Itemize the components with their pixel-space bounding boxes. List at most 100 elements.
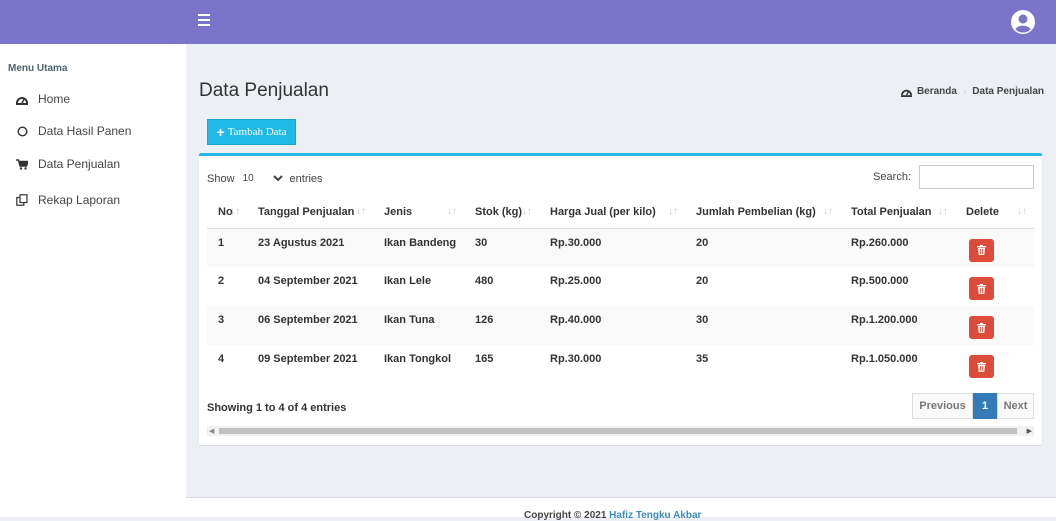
sort-icon: ↓↑ bbox=[1017, 206, 1027, 217]
sidebar-item-label: Data Penjualan bbox=[38, 157, 121, 171]
horizontal-scrollbar[interactable]: ◀ ▶ bbox=[207, 426, 1034, 436]
breadcrumb-home-link[interactable]: Beranda bbox=[917, 86, 957, 97]
table-row: 1 23 Agustus 2021 Ikan Bandeng 30 Rp.30.… bbox=[207, 228, 1034, 267]
sidebar-item-data-hasil-panen[interactable]: Data Hasil Panen bbox=[0, 116, 186, 146]
sort-icon: ↓↑ bbox=[447, 206, 457, 217]
table-row: 2 04 September 2021 Ikan Lele 480 Rp.25.… bbox=[207, 267, 1034, 306]
scrollbar-thumb[interactable] bbox=[219, 428, 1017, 434]
cell-delete bbox=[955, 228, 1034, 267]
column-header-stok[interactable]: Stok (kg) ↓↑ bbox=[464, 196, 539, 229]
cell-stok: 480 bbox=[475, 275, 494, 287]
column-header-tanggal[interactable]: Tanggal Penjualan ↓↑ bbox=[247, 196, 373, 229]
previous-page-button[interactable]: Previous bbox=[912, 393, 973, 419]
show-label: Show bbox=[207, 172, 235, 185]
add-data-label: Tambah Data bbox=[227, 126, 287, 138]
sidebar: Menu Utama Home Data Hasil Panen Data Pe… bbox=[0, 44, 186, 517]
cell-tanggal: 04 September 2021 bbox=[258, 275, 358, 287]
delete-button[interactable] bbox=[969, 316, 994, 339]
cell-no: 2 bbox=[218, 275, 225, 287]
cell-total: Rp.1.050.000 bbox=[851, 353, 918, 365]
page-1-button[interactable]: 1 bbox=[973, 393, 997, 419]
column-header-harga[interactable]: Harga Jual (per kilo) ↓↑ bbox=[539, 196, 685, 229]
top-navbar bbox=[0, 0, 1056, 44]
cell-jumlah: 20 bbox=[696, 275, 709, 287]
table-row: 3 06 September 2021 Ikan Tuna 126 Rp.40.… bbox=[207, 306, 1034, 345]
breadcrumb: Beranda › Data Penjualan bbox=[900, 86, 1044, 97]
search-input[interactable] bbox=[919, 165, 1034, 189]
cell-harga: Rp.30.000 bbox=[550, 353, 602, 365]
delete-button[interactable] bbox=[969, 238, 994, 262]
sales-table: No ↓↑ Tanggal Penjualan ↓↑ Jenis ↓↑ Stok (k… bbox=[207, 196, 1034, 384]
cell-stok: 165 bbox=[475, 353, 494, 365]
sidebar-item-home[interactable]: Home bbox=[0, 84, 186, 114]
scroll-left-arrow-icon[interactable]: ◀ bbox=[209, 427, 214, 435]
footer: Copyright © 2021 Hafiz Tengku Akbar bbox=[186, 497, 1056, 521]
cell-delete bbox=[955, 306, 1034, 345]
next-page-button[interactable]: Next bbox=[997, 393, 1034, 419]
cell-no: 1 bbox=[218, 236, 225, 249]
entries-select[interactable]: 10 bbox=[238, 169, 286, 188]
sort-icon: ↓↑ bbox=[938, 206, 948, 217]
cell-tanggal: 09 September 2021 bbox=[258, 353, 358, 365]
copyright-text: Copyright © 2021 bbox=[524, 510, 607, 521]
column-header-total[interactable]: Total Penjualan ↓↑ bbox=[840, 196, 955, 229]
sidebar-item-label: Rekap Laporan bbox=[38, 193, 121, 207]
cell-harga: Rp.40.000 bbox=[550, 314, 602, 326]
cell-total: Rp.260.000 bbox=[851, 236, 909, 249]
dashboard-icon bbox=[900, 89, 912, 97]
column-header-delete[interactable]: Delete ↓↑ bbox=[955, 196, 1034, 229]
sort-icon: ↓↑ bbox=[668, 206, 678, 217]
cell-stok: 126 bbox=[475, 314, 494, 326]
entries-label: entries bbox=[289, 172, 323, 185]
circle-icon bbox=[15, 125, 29, 137]
trash-icon bbox=[977, 283, 986, 294]
add-data-button[interactable]: + Tambah Data bbox=[207, 119, 296, 145]
column-header-no[interactable]: No ↓↑ bbox=[207, 196, 247, 229]
column-header-jenis[interactable]: Jenis ↓↑ bbox=[373, 196, 464, 229]
entries-length-control: Show 10 entries bbox=[207, 169, 323, 188]
search-label: Search: bbox=[873, 171, 911, 183]
cell-harga: Rp.25.000 bbox=[550, 275, 602, 287]
cell-harga: Rp.30.000 bbox=[550, 236, 602, 249]
sidebar-item-label: Data Hasil Panen bbox=[38, 124, 132, 138]
trash-icon bbox=[977, 361, 986, 372]
footer-author-link[interactable]: Hafiz Tengku Akbar bbox=[609, 510, 701, 521]
user-avatar-icon[interactable] bbox=[1011, 10, 1035, 34]
cell-stok: 30 bbox=[475, 236, 488, 249]
table-row: 4 09 September 2021 Ikan Tongkol 165 Rp.… bbox=[207, 345, 1034, 384]
sidebar-item-data-penjualan[interactable]: Data Penjualan bbox=[0, 149, 186, 179]
cell-jenis: Ikan Tongkol bbox=[384, 353, 452, 365]
sort-asc-icon: ↓↑ bbox=[230, 206, 240, 217]
cell-jenis: Ikan Tuna bbox=[384, 314, 435, 326]
cell-no: 3 bbox=[218, 314, 225, 326]
cell-total: Rp.1.200.000 bbox=[851, 314, 918, 326]
delete-button[interactable] bbox=[969, 355, 994, 378]
sidebar-item-rekap-laporan[interactable]: Rekap Laporan bbox=[0, 185, 186, 215]
hamburger-menu-icon[interactable] bbox=[198, 14, 210, 28]
copy-icon bbox=[15, 194, 29, 206]
dashboard-icon bbox=[15, 94, 29, 105]
cell-no: 4 bbox=[218, 353, 225, 365]
sort-icon: ↓↑ bbox=[823, 206, 833, 217]
cell-total: Rp.500.000 bbox=[851, 275, 909, 287]
delete-button[interactable] bbox=[969, 277, 994, 300]
table-header-row: No ↓↑ Tanggal Penjualan ↓↑ Jenis ↓↑ Stok (k… bbox=[207, 196, 1034, 229]
cell-tanggal: 23 Agustus 2021 bbox=[258, 236, 345, 249]
plus-icon: + bbox=[216, 124, 225, 140]
sort-icon: ↓↑ bbox=[356, 206, 366, 217]
trash-icon bbox=[977, 322, 986, 333]
cell-tanggal: 06 September 2021 bbox=[258, 314, 358, 326]
column-header-jumlah[interactable]: Jumlah Pembelian (kg) ↓↑ bbox=[685, 196, 840, 229]
cell-delete bbox=[955, 267, 1034, 306]
scroll-right-arrow-icon[interactable]: ▶ bbox=[1027, 427, 1032, 435]
cell-jenis: Ikan Bandeng bbox=[384, 236, 457, 249]
sort-icon: ↓↑ bbox=[522, 206, 532, 217]
breadcrumb-current: Data Penjualan bbox=[972, 86, 1044, 97]
cell-jenis: Ikan Lele bbox=[384, 275, 432, 287]
cart-icon bbox=[15, 158, 29, 170]
search-control: Search: bbox=[873, 165, 1034, 189]
sidebar-item-label: Home bbox=[38, 92, 71, 106]
table-info: Showing 1 to 4 of 4 entries bbox=[207, 402, 347, 414]
page-title: Data Penjualan bbox=[199, 80, 329, 101]
cell-jumlah: 30 bbox=[696, 314, 709, 326]
